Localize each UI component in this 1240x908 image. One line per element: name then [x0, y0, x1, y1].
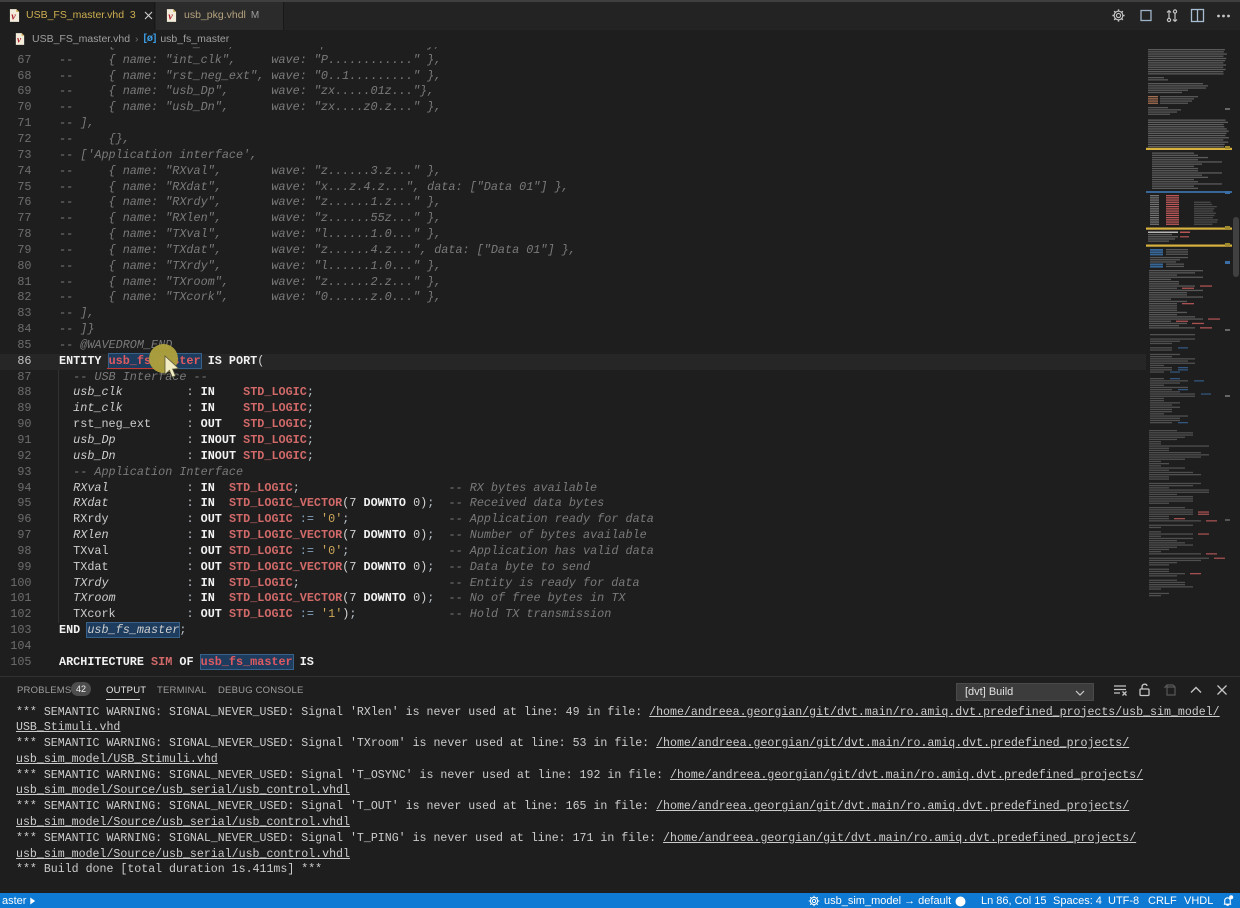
svg-text:v: v [168, 11, 173, 21]
svg-text:v: v [11, 11, 16, 21]
